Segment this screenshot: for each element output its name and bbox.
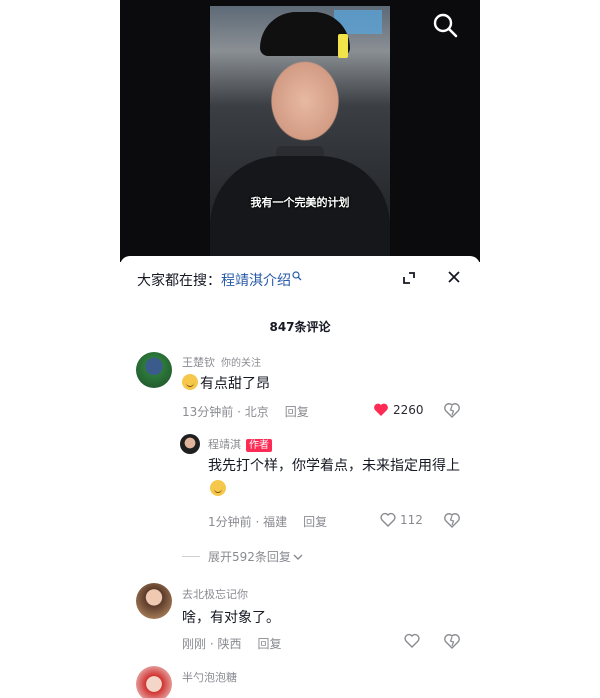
smug-emoji-icon xyxy=(210,480,226,496)
comment-count: 847条评论 xyxy=(269,320,331,334)
dislike-icon[interactable] xyxy=(444,402,460,418)
heart-outline-icon[interactable] xyxy=(404,633,420,648)
like-count: 112 xyxy=(400,512,423,527)
heart-filled-icon xyxy=(374,403,388,416)
comment-text-content: 啥，有对象了。 xyxy=(182,610,280,626)
comment-time-location: 1分钟前 · 福建 xyxy=(208,515,288,529)
username-text: 王楚钦 xyxy=(182,356,215,369)
hot-search-bar[interactable]: 大家都在搜：程靖淇介绍 xyxy=(137,270,302,290)
hot-search-keyword[interactable]: 程靖淇介绍 xyxy=(221,273,291,289)
comment-text: 啥，有对象了。 xyxy=(182,606,280,630)
video-player[interactable]: 我有一个完美的计划 xyxy=(120,0,480,262)
avatar[interactable] xyxy=(136,352,172,388)
comment-meta: 13分钟前 · 北京 回复 xyxy=(182,403,309,420)
expand-replies-label: 展开592条回复 xyxy=(208,550,291,564)
following-badge: 你的关注 xyxy=(221,358,261,369)
exclamation-sticker xyxy=(338,34,348,58)
like-count: 2260 xyxy=(393,402,424,417)
like-button[interactable]: 2260 xyxy=(373,402,424,417)
avatar[interactable] xyxy=(136,583,172,619)
avatar[interactable] xyxy=(180,434,200,454)
username-text: 去北极忘记你 xyxy=(182,588,248,601)
reply-button[interactable]: 回复 xyxy=(303,515,327,529)
divider-line xyxy=(182,556,200,557)
reply-button[interactable]: 回复 xyxy=(285,405,309,419)
smile-emoji-icon xyxy=(182,374,198,390)
video-subtitle: 我有一个完美的计划 xyxy=(250,196,350,209)
dislike-icon[interactable] xyxy=(444,633,460,649)
author-badge: 作者 xyxy=(246,439,272,452)
heart-outline-icon xyxy=(380,512,396,527)
comment-username[interactable]: 程靖淇 作者 xyxy=(208,436,272,452)
avatar[interactable] xyxy=(136,666,172,698)
close-icon[interactable] xyxy=(446,269,462,285)
comment-text: 我先打个样，你学着点，未来指定用得上 xyxy=(208,454,468,502)
hot-search-prefix: 大家都在搜： xyxy=(137,273,221,289)
comment-sheet: 大家都在搜：程靖淇介绍 847条评论 王楚钦 你的关注 有点甜了昂 13分钟前 ·… xyxy=(120,256,480,698)
small-search-icon xyxy=(292,271,302,281)
username-text: 半勺泡泡糖 xyxy=(182,671,237,684)
comment-time-location: 13分钟前 · 北京 xyxy=(182,405,269,419)
expand-icon[interactable] xyxy=(401,270,417,286)
comment-meta: 刚刚 · 陕西 回复 xyxy=(182,635,281,652)
comment-text-content: 有点甜了昂 xyxy=(200,376,270,392)
phone-screen: 我有一个完美的计划 大家都在搜：程靖淇介绍 847条评论 王楚钦 你的关注 有点甜… xyxy=(120,0,480,698)
comment-time-location: 刚刚 · 陕西 xyxy=(182,637,242,651)
comment-username[interactable]: 王楚钦 你的关注 xyxy=(182,354,261,370)
reply-button[interactable]: 回复 xyxy=(257,637,281,651)
video-frame: 我有一个完美的计划 xyxy=(210,6,390,256)
comment-username[interactable]: 半勺泡泡糖 xyxy=(182,669,237,685)
username-text: 程靖淇 xyxy=(208,438,241,451)
expand-replies-button[interactable]: 展开592条回复 xyxy=(182,548,303,565)
comment-text-content: 我先打个样，你学着点，未来指定用得上 xyxy=(208,458,460,474)
chevron-down-icon xyxy=(293,554,303,560)
like-button[interactable]: 112 xyxy=(380,512,423,527)
comment-text: 有点甜了昂 xyxy=(182,372,270,396)
dislike-icon[interactable] xyxy=(444,512,460,528)
search-icon[interactable] xyxy=(432,12,458,38)
comment-meta: 1分钟前 · 福建 回复 xyxy=(208,513,327,530)
comment-username[interactable]: 去北极忘记你 xyxy=(182,586,248,602)
